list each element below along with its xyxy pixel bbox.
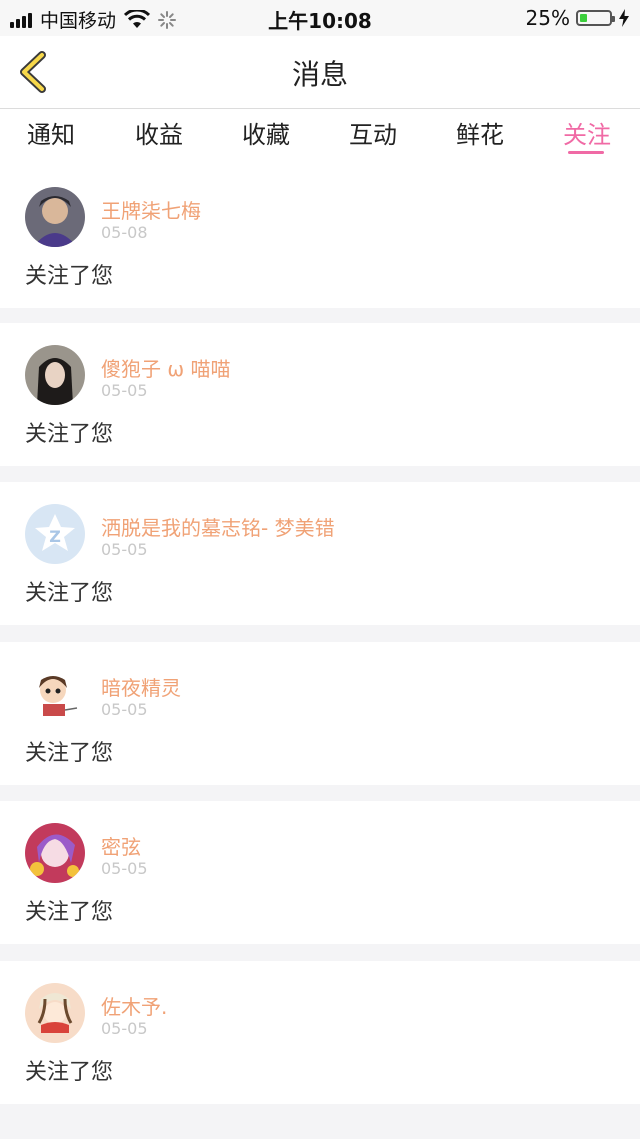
date: 05-08 (101, 223, 148, 242)
page-title: 消息 (291, 58, 348, 91)
date: 05-05 (101, 700, 148, 719)
battery-icon (576, 10, 615, 26)
date: 05-05 (101, 381, 148, 400)
avatar[interactable] (25, 664, 85, 724)
list-item[interactable]: 傻狍子 ω 喵喵 05-05 关注了您 (0, 323, 640, 466)
list-item[interactable]: 暗夜精灵 05-05 关注了您 (0, 642, 640, 785)
status-bar-right: 25% (526, 6, 630, 30)
list-item[interactable]: Z 洒脱是我的墓志铭- 梦美错 05-05 关注了您 (0, 482, 640, 625)
charging-bolt-icon (619, 9, 629, 27)
tab-bar: 通知 收益 收藏 互动 鲜花 关注 (0, 109, 640, 165)
date: 05-05 (101, 859, 148, 878)
battery-percent: 25% (525, 6, 570, 30)
avatar[interactable] (25, 823, 85, 883)
username[interactable]: 佐木予. (101, 991, 167, 1020)
list-item[interactable]: 佐木予. 05-05 关注了您 (0, 961, 640, 1104)
battery-level (580, 14, 587, 22)
tab-flowers[interactable]: 鲜花 (445, 115, 515, 150)
notification-text: 关注了您 (25, 264, 114, 289)
list-item[interactable]: 王牌柒七梅 05-08 关注了您 (0, 165, 640, 308)
active-tab-indicator (568, 151, 604, 154)
tab-earnings[interactable]: 收益 (124, 115, 194, 150)
notification-text: 关注了您 (25, 581, 114, 606)
username[interactable]: 密弦 (101, 831, 141, 860)
svg-text:Z: Z (49, 527, 61, 546)
avatar[interactable] (25, 983, 85, 1043)
notification-text: 关注了您 (25, 422, 114, 447)
notification-text: 关注了您 (25, 900, 114, 925)
notification-text: 关注了您 (25, 741, 114, 766)
avatar[interactable]: Z (25, 504, 85, 564)
tab-interaction[interactable]: 互动 (338, 115, 408, 150)
nav-bar: 消息 (0, 36, 640, 109)
username[interactable]: 洒脱是我的墓志铭- 梦美错 (101, 512, 335, 541)
date: 05-05 (101, 540, 148, 559)
username[interactable]: 暗夜精灵 (101, 672, 181, 701)
avatar[interactable] (25, 187, 85, 247)
list-item[interactable]: 密弦 05-05 关注了您 (0, 801, 640, 944)
status-bar: 中国移动 上午10:08 25% (0, 0, 640, 36)
avatar[interactable] (25, 345, 85, 405)
tab-favorites[interactable]: 收藏 (231, 115, 301, 150)
date: 05-05 (101, 1019, 148, 1038)
username[interactable]: 王牌柒七梅 (101, 195, 201, 224)
notification-text: 关注了您 (25, 1060, 114, 1085)
tab-follow[interactable]: 关注 (552, 115, 622, 150)
tab-notify[interactable]: 通知 (16, 115, 86, 150)
username[interactable]: 傻狍子 ω 喵喵 (101, 353, 230, 382)
